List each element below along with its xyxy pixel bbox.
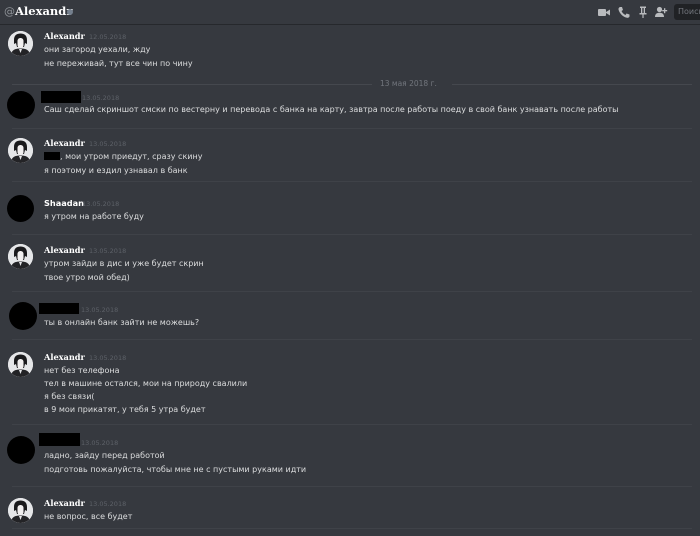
message-text: ты в онлайн банк зайти не можешь?: [44, 318, 200, 327]
redacted-name: [44, 152, 60, 160]
message-text: не вопрос, все будет: [44, 512, 133, 521]
message-timestamp: 13.05.2018: [82, 94, 120, 102]
message-text: тел в машине остался, мои на природу сва…: [44, 379, 248, 388]
message-timestamp: 12.05.2018: [89, 33, 127, 41]
redacted-author: [41, 91, 81, 103]
channel-title: Alexandr: [15, 4, 73, 18]
avatar[interactable]: [8, 498, 33, 523]
message-text: ладно, зайду перед работой: [44, 451, 165, 460]
message-text: не переживай, тут все чин по чину: [44, 59, 193, 68]
message-divider: [12, 234, 692, 235]
redacted-author: [39, 303, 79, 314]
message-text: нет без телефона: [44, 366, 120, 375]
message-text: они загород уехали, жду: [44, 45, 151, 54]
avatar[interactable]: [8, 31, 33, 56]
message-author[interactable]: Alexandr: [44, 498, 85, 508]
message-timestamp: 13.05.2018: [81, 439, 119, 447]
avatar[interactable]: [8, 138, 33, 163]
date-divider-label: 13 мая 2018 г.: [380, 79, 437, 88]
at-icon: @: [4, 5, 15, 18]
channel-header: @ Alexandr Поиск: [0, 0, 700, 25]
message-text: утром зайди в дис и уже будет скрин: [44, 259, 204, 268]
search-input[interactable]: Поиск: [674, 4, 700, 20]
message-text: я поэтому и ездил узнавал в банк: [44, 166, 188, 175]
message-text: твое утро мой обед): [44, 273, 130, 282]
message-text: я без связи(: [44, 392, 95, 401]
video-icon[interactable]: [597, 5, 611, 19]
message-timestamp: 13.05.2018: [82, 200, 120, 208]
message-text: Саш сделай скриншот смски по вестерну и …: [44, 105, 619, 114]
message-author[interactable]: Alexandr: [44, 352, 85, 362]
message-divider: [12, 424, 692, 425]
status-indicator: [67, 9, 73, 15]
message-text: подготовь пожалуйста, чтобы мне не с пус…: [44, 465, 307, 474]
avatar[interactable]: [9, 302, 37, 330]
message-timestamp: 13.05.2018: [89, 140, 127, 148]
message-author[interactable]: Alexandr: [44, 245, 85, 255]
message-divider: [12, 528, 692, 529]
message-text: , мои утром приедут, сразу скину: [44, 152, 202, 161]
message-text: я утром на работе буду: [44, 212, 144, 221]
message-divider: [12, 339, 692, 340]
avatar[interactable]: [8, 352, 33, 377]
message-divider: [12, 128, 692, 129]
avatar[interactable]: [8, 244, 33, 269]
message-text: в 9 мои прикатят, у тебя 5 утра будет: [44, 405, 206, 414]
date-divider: 13 мая 2018 г.: [12, 79, 692, 89]
redacted-author: [39, 433, 80, 446]
message-divider: [12, 291, 692, 292]
message-timestamp: 13.05.2018: [89, 354, 127, 362]
message-divider: [12, 181, 692, 182]
pin-icon[interactable]: [636, 5, 650, 19]
message-author[interactable]: Alexandr: [44, 138, 85, 148]
phone-icon[interactable]: [617, 5, 631, 19]
message-timestamp: 13.05.2018: [89, 247, 127, 255]
avatar[interactable]: [7, 436, 35, 464]
avatar[interactable]: [7, 195, 34, 222]
message-timestamp: 13.05.2018: [81, 306, 119, 314]
message-author[interactable]: Alexandr: [44, 31, 85, 41]
add-friend-icon[interactable]: [654, 5, 668, 19]
message-author[interactable]: Shaadan: [44, 198, 84, 208]
message-divider: [12, 486, 692, 487]
avatar[interactable]: [7, 91, 35, 119]
message-timestamp: 13.05.2018: [89, 500, 127, 508]
